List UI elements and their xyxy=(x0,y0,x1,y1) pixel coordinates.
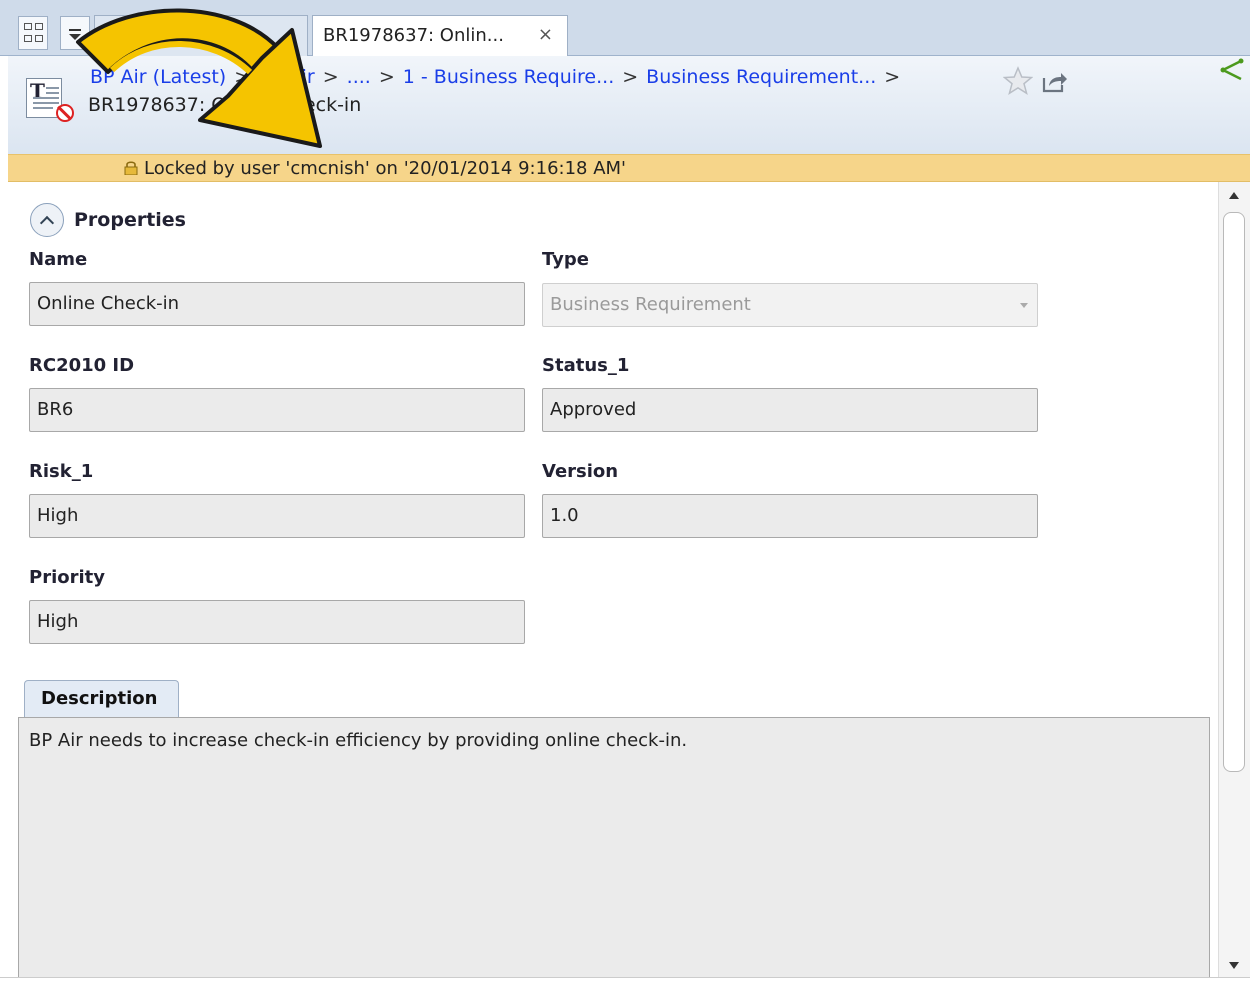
vertical-scrollbar[interactable] xyxy=(1218,182,1250,977)
breadcrumb: BP Air (Latest) > BP Air >.... >1 - Business… xyxy=(90,66,901,88)
type-label: Type xyxy=(542,249,589,270)
status-field[interactable]: Approved xyxy=(542,388,1038,432)
type-value: Business Requirement xyxy=(550,294,751,315)
scroll-down-icon[interactable] xyxy=(1229,962,1239,969)
grid-view-button[interactable] xyxy=(18,16,48,50)
properties-panel: Properties Name Online Check-in Type Bus… xyxy=(8,182,1218,977)
status-label: Status_1 xyxy=(542,355,630,376)
breadcrumb-item[interactable]: BP Air (Latest) xyxy=(90,66,226,88)
collapse-properties-button[interactable] xyxy=(30,203,64,237)
tab-description[interactable]: Description xyxy=(24,680,179,718)
breadcrumb-item[interactable]: .... xyxy=(347,66,371,88)
type-select[interactable]: Business Requirement xyxy=(542,283,1038,327)
star-icon[interactable] xyxy=(1003,66,1033,96)
artifact-header: T BP Air (Latest) > BP Air >.... >1 - Busine… xyxy=(8,56,1250,154)
tab-business-requirement[interactable]: BR1978...: Busi... xyxy=(94,15,308,57)
close-icon[interactable]: × xyxy=(538,24,553,45)
scrollbar-thumb[interactable] xyxy=(1223,212,1245,772)
tab-label: BR1978637: Onlin... xyxy=(323,25,504,46)
risk-label: Risk_1 xyxy=(29,461,94,482)
lock-status-text: Locked by user 'cmcnish' on '20/01/2014 … xyxy=(144,158,627,179)
breadcrumb-item[interactable]: BP Air xyxy=(258,66,315,88)
tree-icon[interactable] xyxy=(1220,58,1246,82)
tab-bar: BR1978...: Busi... BR1978637: Onlin... × xyxy=(0,0,1250,57)
risk-field[interactable]: High xyxy=(29,494,525,538)
scroll-up-icon[interactable] xyxy=(1229,192,1239,199)
artifact-title: BR1978637: Online Check-in xyxy=(88,94,362,116)
lock-icon xyxy=(124,161,138,175)
tab-label: BR1978...: Busi... xyxy=(105,25,260,46)
rc2010-id-label: RC2010 ID xyxy=(29,355,135,376)
tab-list-menu-button[interactable] xyxy=(60,16,90,50)
name-label: Name xyxy=(29,249,88,270)
description-textarea[interactable]: BP Air needs to increase check-in effici… xyxy=(18,717,1210,977)
chevron-down-icon xyxy=(1020,303,1028,308)
bottom-border xyxy=(0,977,1250,983)
tab-online-check-in[interactable]: BR1978637: Onlin... × xyxy=(312,15,568,57)
rc2010-id-field[interactable]: BR6 xyxy=(29,388,525,432)
lock-banner: Locked by user 'cmcnish' on '20/01/2014 … xyxy=(8,154,1250,182)
priority-field[interactable]: High xyxy=(29,600,525,644)
breadcrumb-item[interactable]: 1 - Business Require... xyxy=(403,66,614,88)
tab-menu-icon xyxy=(69,29,81,40)
locked-badge-icon xyxy=(56,104,74,122)
version-label: Version xyxy=(542,461,619,482)
priority-label: Priority xyxy=(29,567,105,588)
breadcrumb-item[interactable]: Business Requirement... xyxy=(646,66,876,88)
version-field[interactable]: 1.0 xyxy=(542,494,1038,538)
name-field[interactable]: Online Check-in xyxy=(29,282,525,326)
share-icon[interactable] xyxy=(1041,70,1069,94)
section-title: Properties xyxy=(74,209,186,231)
